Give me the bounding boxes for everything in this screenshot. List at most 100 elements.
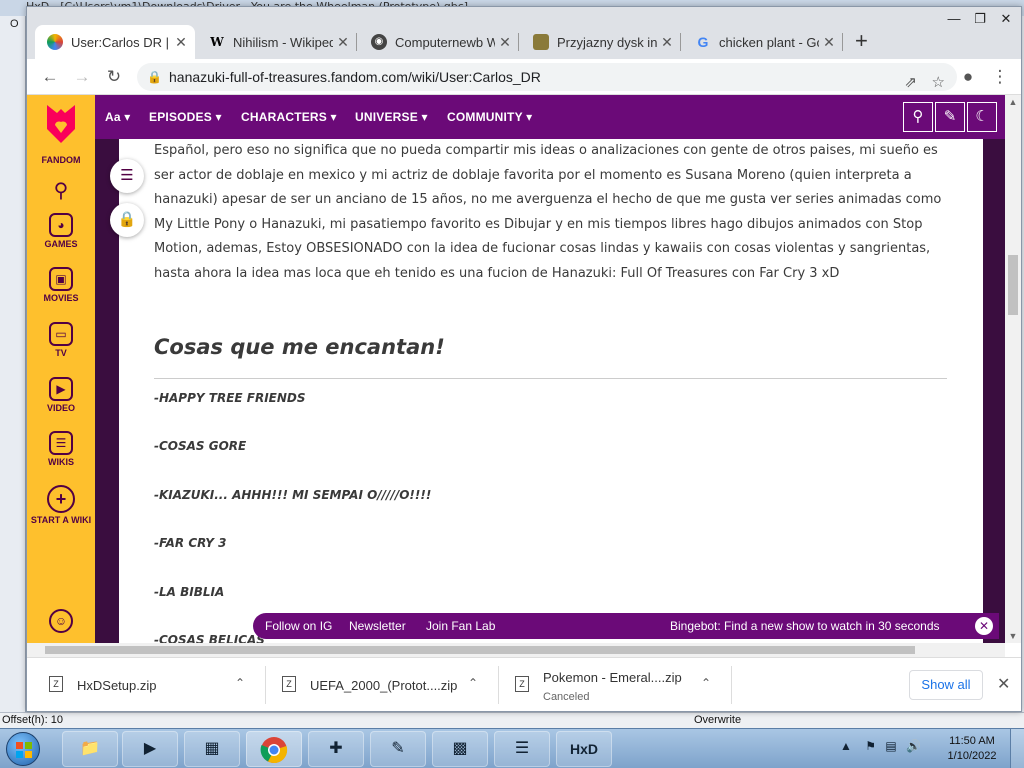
hxd-offset: Offset(h): 10 xyxy=(2,714,63,726)
search-icon[interactable]: ⚲ xyxy=(903,102,933,132)
scroll-up-icon[interactable]: ▲ xyxy=(1005,97,1021,107)
show-hidden-icon[interactable]: ▲ xyxy=(840,739,852,753)
chevron-up-icon[interactable]: ⌃ xyxy=(235,676,245,690)
action-center-icon[interactable]: ⚑ xyxy=(865,739,876,753)
start-button[interactable] xyxy=(6,732,40,766)
discussions-icon[interactable]: ✎ xyxy=(935,102,965,132)
close-tab-icon[interactable]: ✕ xyxy=(819,34,839,51)
table-of-contents-button[interactable]: ☰ xyxy=(110,159,144,193)
horizontal-scrollbar[interactable] xyxy=(27,643,1005,657)
chevron-up-icon[interactable]: ⌃ xyxy=(701,676,711,690)
newsletter-link[interactable]: Newsletter xyxy=(349,619,406,633)
system-clock[interactable]: 11:50 AM 1/10/2022 xyxy=(942,734,1002,764)
fan-lab-link[interactable]: Join Fan Lab xyxy=(426,619,495,633)
address-bar[interactable]: 🔒 hanazuki-full-of-treasures.fandom.com/… xyxy=(137,63,957,91)
dark-mode-icon[interactable]: ☾ xyxy=(967,102,997,132)
nav-universe[interactable]: UNIVERSE ▾ xyxy=(355,110,428,124)
lock-button[interactable]: 🔒 xyxy=(110,203,144,237)
close-icon[interactable]: ✕ xyxy=(997,674,1010,694)
zip-file-icon: Z xyxy=(282,676,296,692)
tab-separator xyxy=(518,33,519,51)
network-icon[interactable]: ▤ xyxy=(885,739,896,753)
close-tab-icon[interactable]: ✕ xyxy=(657,34,677,51)
tab-fandom[interactable]: User:Carlos DR | H ✕ xyxy=(35,25,195,59)
share-icon[interactable]: ⇗ xyxy=(904,69,917,97)
rail-account[interactable]: ☺ xyxy=(27,609,95,635)
wikipedia-favicon: W xyxy=(210,35,224,49)
chrome-taskbar-icon[interactable] xyxy=(246,731,302,767)
download-status: Canceled xyxy=(543,691,590,703)
minimize-button[interactable]: — xyxy=(943,11,965,29)
rail-wikis[interactable]: ☰ WIKIS xyxy=(27,431,95,467)
rail-start-wiki[interactable]: + START A WIKI xyxy=(27,485,95,525)
close-icon[interactable]: ✕ xyxy=(975,617,993,635)
hxd-fragment: O xyxy=(10,18,19,30)
nav-episodes[interactable]: EPISODES ▾ xyxy=(149,110,222,124)
control-panel-taskbar-icon[interactable]: ▦ xyxy=(184,731,240,767)
close-window-button[interactable]: ✕ xyxy=(995,11,1017,29)
monitor-taskbar-icon[interactable]: ▩ xyxy=(432,731,488,767)
follow-ig-link[interactable]: Follow on IG xyxy=(265,619,332,633)
scroll-down-icon[interactable]: ▼ xyxy=(1005,631,1021,641)
restore-button[interactable]: ❐ xyxy=(969,11,991,29)
forward-icon[interactable]: → xyxy=(71,67,93,87)
download-name: Pokemon - Emeral....zip xyxy=(543,670,682,685)
tab-strip: — ❐ ✕ User:Carlos DR | H ✕ W Nihilism - … xyxy=(27,7,1021,59)
download-item[interactable]: Z HxDSetup.zip ⌃ xyxy=(49,658,269,712)
tab-label: Computernewb W xyxy=(395,34,495,50)
menu-dots-icon[interactable]: ⋮ xyxy=(989,67,1011,87)
bookmark-star-icon[interactable]: ☆ xyxy=(932,69,945,97)
hxd-mode: Overwrite xyxy=(694,714,742,726)
media-player-taskbar-icon[interactable]: ▶ xyxy=(122,731,178,767)
show-all-button[interactable]: Show all xyxy=(909,670,983,700)
close-tab-icon[interactable]: ✕ xyxy=(171,34,191,51)
rail-movies[interactable]: ▣ MOVIES xyxy=(27,267,95,303)
fandom-favicon xyxy=(47,34,63,50)
list-item: -KIAZUKI... AHHH!!! MI SEMPAI O/////O!!!… xyxy=(154,488,432,502)
explorer-taskbar-icon[interactable]: 📁 xyxy=(62,731,118,767)
close-tab-icon[interactable]: ✕ xyxy=(495,34,515,51)
window-controls: — ❐ ✕ xyxy=(943,11,1017,31)
scroll-thumb[interactable] xyxy=(45,646,915,654)
editor-taskbar-icon[interactable]: ☰ xyxy=(494,731,550,767)
new-tab-button[interactable]: + xyxy=(855,30,868,52)
rail-search[interactable]: ⚲ xyxy=(27,179,95,203)
fandom-heart-icon[interactable] xyxy=(43,103,79,145)
wiki-logo-menu[interactable]: Aa ▾ xyxy=(105,110,131,124)
volume-icon[interactable]: 🔊 xyxy=(906,739,921,753)
heading-divider xyxy=(154,378,947,379)
tab-nihilism[interactable]: W Nihilism - Wikiped ✕ xyxy=(197,25,357,59)
bingebot-message[interactable]: Bingebot: Find a new show to watch in 30… xyxy=(670,619,940,633)
hxd-taskbar-icon[interactable]: HxD xyxy=(556,731,612,767)
rail-video[interactable]: ▶ VIDEO xyxy=(27,377,95,413)
paint-taskbar-icon[interactable]: ✎ xyxy=(370,731,426,767)
tab-google[interactable]: G chicken plant - Go ✕ xyxy=(683,25,843,59)
download-item[interactable]: Z UEFA_2000_(Protot....zip ⌃ xyxy=(282,658,502,712)
profile-icon[interactable]: ● xyxy=(957,67,979,87)
list-item: -HAPPY TREE FRIENDS xyxy=(154,391,306,405)
close-tab-icon[interactable]: ✕ xyxy=(333,34,353,51)
chrome-window: — ❐ ✕ User:Carlos DR | H ✕ W Nihilism - … xyxy=(26,6,1022,712)
vertical-scrollbar[interactable]: ▲ ▼ xyxy=(1005,95,1021,643)
tab-computernewb[interactable]: ◉ Computernewb W ✕ xyxy=(359,25,519,59)
list-item: -FAR CRY 3 xyxy=(154,536,227,550)
nav-community[interactable]: COMMUNITY ▾ xyxy=(447,110,532,124)
scroll-thumb[interactable] xyxy=(1008,255,1018,315)
tab-przyjazny[interactable]: Przyjazny dysk int ✕ xyxy=(521,25,681,59)
zip-file-icon: Z xyxy=(515,676,529,692)
search-icon: ⚲ xyxy=(53,180,69,202)
chevron-up-icon[interactable]: ⌃ xyxy=(468,676,478,690)
rail-games[interactable]: ◕ GAMES xyxy=(27,213,95,249)
gamepad-taskbar-icon[interactable]: ✚ xyxy=(308,731,364,767)
list-item: -COSAS BELICAS xyxy=(154,633,265,643)
reload-icon[interactable]: ↻ xyxy=(103,67,125,87)
download-item[interactable]: Z Pokemon - Emeral....zip Canceled ⌃ xyxy=(515,658,735,712)
back-icon[interactable]: ← xyxy=(39,67,61,87)
clock-date: 1/10/2022 xyxy=(947,750,997,762)
hxd-left-panel: O xyxy=(0,16,26,712)
article-body: Español, pero eso no significa que no pu… xyxy=(119,139,983,643)
show-desktop-button[interactable] xyxy=(1010,729,1024,768)
nav-characters[interactable]: CHARACTERS ▾ xyxy=(241,110,337,124)
nav-actions: ⚲ ✎ ☾ xyxy=(903,102,997,132)
rail-tv[interactable]: ▭ TV xyxy=(27,322,95,358)
